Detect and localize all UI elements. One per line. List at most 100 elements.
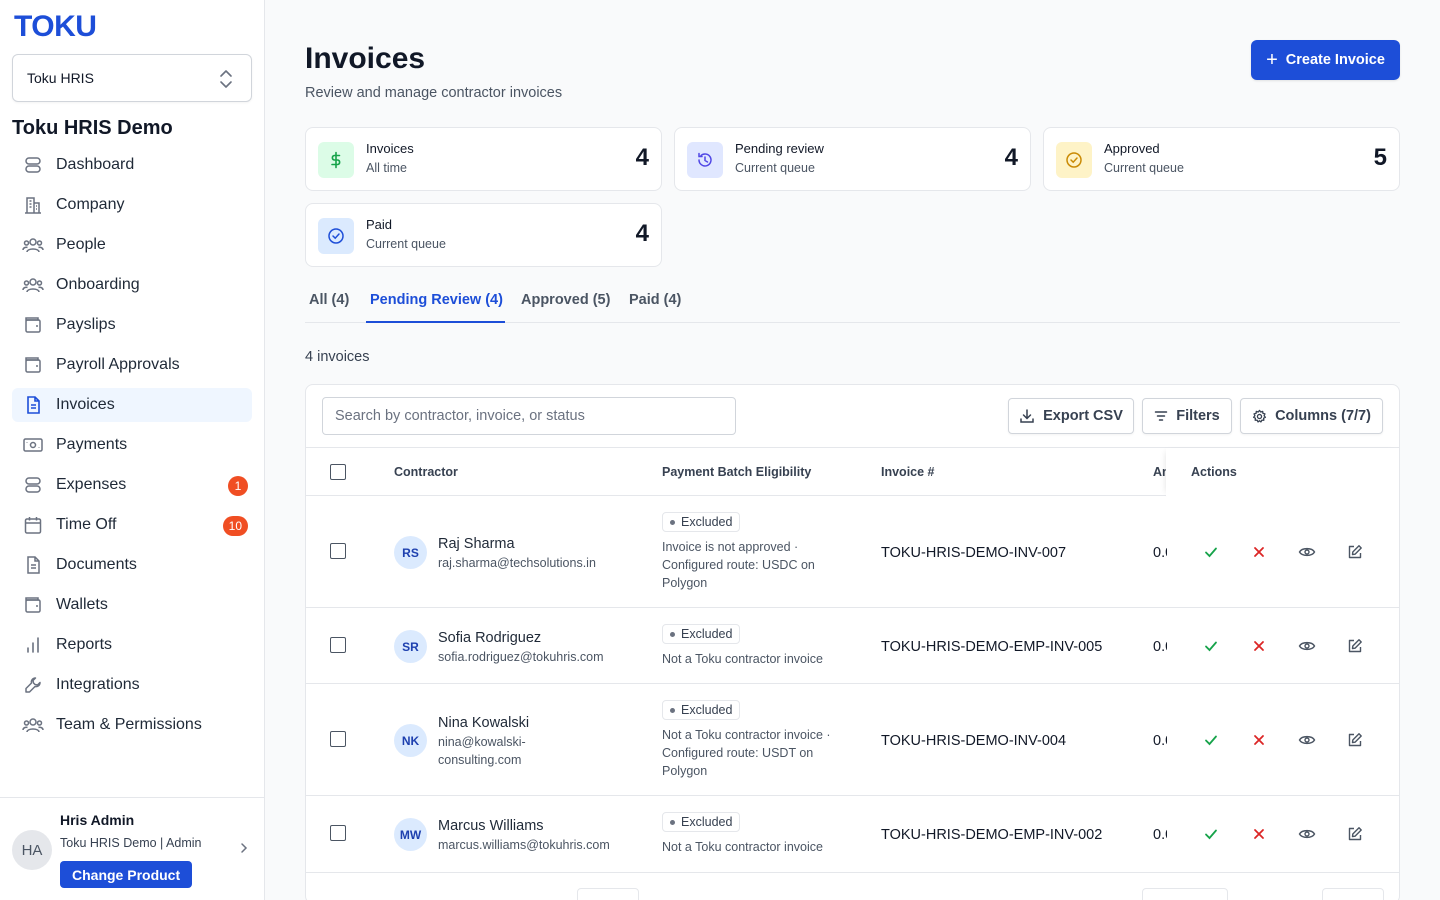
- tab-paid[interactable]: Paid (4): [629, 292, 681, 308]
- row-checkbox[interactable]: [330, 731, 346, 747]
- status-badge: Excluded: [662, 700, 741, 720]
- contractor-name[interactable]: Sofia Rodriguez: [438, 630, 541, 646]
- contractor-name[interactable]: Nina Kowalski: [438, 715, 529, 731]
- sidebar-item-payslips[interactable]: Payslips: [12, 308, 252, 342]
- edit-icon[interactable]: [1345, 730, 1365, 750]
- stat-value: 4: [1004, 144, 1018, 171]
- table-row[interactable]: RS Raj Sharma raj.sharma@techsolutions.i…: [306, 496, 1399, 608]
- contractor-email: raj.sharma@techsolutions.in: [438, 556, 596, 570]
- sidebar-item-expenses[interactable]: Expenses 1: [12, 468, 252, 502]
- approve-icon[interactable]: [1201, 542, 1221, 562]
- view-eye-icon[interactable]: [1297, 824, 1317, 844]
- reject-icon[interactable]: [1249, 824, 1269, 844]
- sidebar-item-payroll-approvals[interactable]: Payroll Approvals: [12, 348, 252, 382]
- chevron-right-icon[interactable]: [238, 842, 250, 854]
- reject-icon[interactable]: [1249, 542, 1269, 562]
- reject-icon[interactable]: [1249, 730, 1269, 750]
- user-panel[interactable]: HA Hris Admin Toku HRIS Demo | Admin Cha…: [0, 797, 264, 900]
- table-row[interactable]: SR Sofia Rodriguez sofia.rodriguez@tokuh…: [306, 608, 1399, 684]
- bar-chart-icon: [22, 634, 44, 656]
- next-page-button[interactable]: [1322, 888, 1384, 900]
- stat-card-invoices: Invoices All time 4: [305, 127, 662, 191]
- filter-icon: [1154, 411, 1168, 421]
- actions-header-cell: Actions: [1166, 448, 1399, 496]
- row-checkbox[interactable]: [330, 825, 346, 841]
- export-csv-button[interactable]: Export CSV: [1008, 398, 1134, 434]
- sidebar-item-company[interactable]: Company: [12, 188, 252, 222]
- download-icon: [1020, 409, 1034, 423]
- columns-button[interactable]: Columns (7/7): [1240, 398, 1383, 434]
- row-checkbox[interactable]: [330, 637, 346, 653]
- approve-icon[interactable]: [1201, 636, 1221, 656]
- tab-all[interactable]: All (4): [309, 292, 349, 308]
- check-circle-icon: [1056, 142, 1092, 178]
- contractor-email: sofia.rodriguez@tokuhris.com: [438, 650, 604, 664]
- select-all-checkbox[interactable]: [330, 464, 346, 480]
- status-badge: Excluded: [662, 512, 741, 532]
- contractor-email: nina@kowalski-consulting.com: [438, 735, 526, 767]
- edit-icon[interactable]: [1345, 636, 1365, 656]
- status-badge: Excluded: [662, 624, 741, 644]
- invoice-amount: 0.0: [1153, 827, 1167, 843]
- sidebar-item-wallets[interactable]: Wallets: [12, 588, 252, 622]
- toku-logo[interactable]: TOKU: [14, 10, 97, 44]
- view-eye-icon[interactable]: [1297, 636, 1317, 656]
- contractor-avatar: SR: [394, 630, 427, 663]
- view-eye-icon[interactable]: [1297, 730, 1317, 750]
- reject-icon[interactable]: [1249, 636, 1269, 656]
- org-select[interactable]: Toku HRIS: [12, 54, 252, 102]
- eligibility-reason: Not a Toku contractor invoice · Configur…: [662, 728, 831, 778]
- sidebar-item-reports[interactable]: Reports: [12, 628, 252, 662]
- history-icon: [687, 142, 723, 178]
- create-invoice-button[interactable]: + Create Invoice: [1251, 40, 1400, 80]
- contractor-avatar: MW: [394, 818, 427, 851]
- invoice-tabs: All (4) Pending Review (4) Approved (5) …: [305, 284, 1400, 323]
- tab-pending-review[interactable]: Pending Review (4): [370, 292, 503, 308]
- change-product-button[interactable]: Change Product: [60, 861, 193, 888]
- approve-icon[interactable]: [1201, 824, 1221, 844]
- page-size-select[interactable]: [577, 888, 639, 900]
- row-checkbox[interactable]: [330, 543, 346, 559]
- sidebar-item-label: Payroll Approvals: [56, 356, 180, 373]
- create-invoice-label: Create Invoice: [1285, 52, 1385, 68]
- eligibility-reason: Invoice is not approved · Configured rou…: [662, 540, 815, 590]
- column-header-invoice[interactable]: Invoice #: [881, 465, 935, 479]
- column-header-eligibility[interactable]: Payment Batch Eligibility: [662, 465, 811, 479]
- column-header-contractor[interactable]: Contractor: [394, 465, 458, 479]
- search-input[interactable]: [322, 397, 736, 435]
- invoices-table-card: Export CSV Filters Columns (7/7) Contrac…: [305, 384, 1400, 900]
- dollar-icon: [318, 142, 354, 178]
- sidebar-item-team-permissions[interactable]: Team & Permissions: [12, 708, 252, 742]
- status-badge: Excluded: [662, 812, 741, 832]
- edit-icon[interactable]: [1345, 824, 1365, 844]
- tab-approved[interactable]: Approved (5): [521, 292, 610, 308]
- sidebar-item-documents[interactable]: Documents: [12, 548, 252, 582]
- invoice-amount: 0.0: [1153, 639, 1167, 655]
- filters-button[interactable]: Filters: [1142, 398, 1232, 434]
- filters-label: Filters: [1176, 408, 1220, 424]
- table-row[interactable]: NK Nina Kowalski nina@kowalski-consultin…: [306, 684, 1399, 796]
- sidebar-item-invoices[interactable]: Invoices: [12, 388, 252, 422]
- notification-badge: 1: [228, 476, 248, 496]
- sidebar-item-label: Reports: [56, 636, 113, 653]
- edit-icon[interactable]: [1345, 542, 1365, 562]
- row-actions: [1167, 684, 1399, 795]
- sidebar-item-integrations[interactable]: Integrations: [12, 668, 252, 702]
- sidebar-item-payments[interactable]: Payments: [12, 428, 252, 462]
- notification-badge: 10: [222, 516, 248, 536]
- view-eye-icon[interactable]: [1297, 542, 1317, 562]
- contractor-name[interactable]: Raj Sharma: [438, 536, 515, 552]
- org-title: Toku HRIS Demo: [12, 117, 173, 139]
- contractor-name[interactable]: Marcus Williams: [438, 818, 544, 834]
- stat-label: Invoices: [366, 141, 414, 156]
- sidebar-item-onboarding[interactable]: Onboarding: [12, 268, 252, 302]
- table-row[interactable]: MW Marcus Williams marcus.williams@tokuh…: [306, 796, 1399, 873]
- sidebar-item-label: Integrations: [56, 676, 140, 693]
- sidebar-item-people[interactable]: People: [12, 228, 252, 262]
- previous-page-button[interactable]: [1142, 888, 1228, 900]
- approve-icon[interactable]: [1201, 730, 1221, 750]
- sidebar-item-label: Onboarding: [56, 276, 140, 293]
- sidebar-item-dashboard[interactable]: Dashboard: [12, 148, 252, 182]
- sidebar-item-time-off[interactable]: Time Off 10: [12, 508, 252, 542]
- document-icon: [22, 394, 44, 416]
